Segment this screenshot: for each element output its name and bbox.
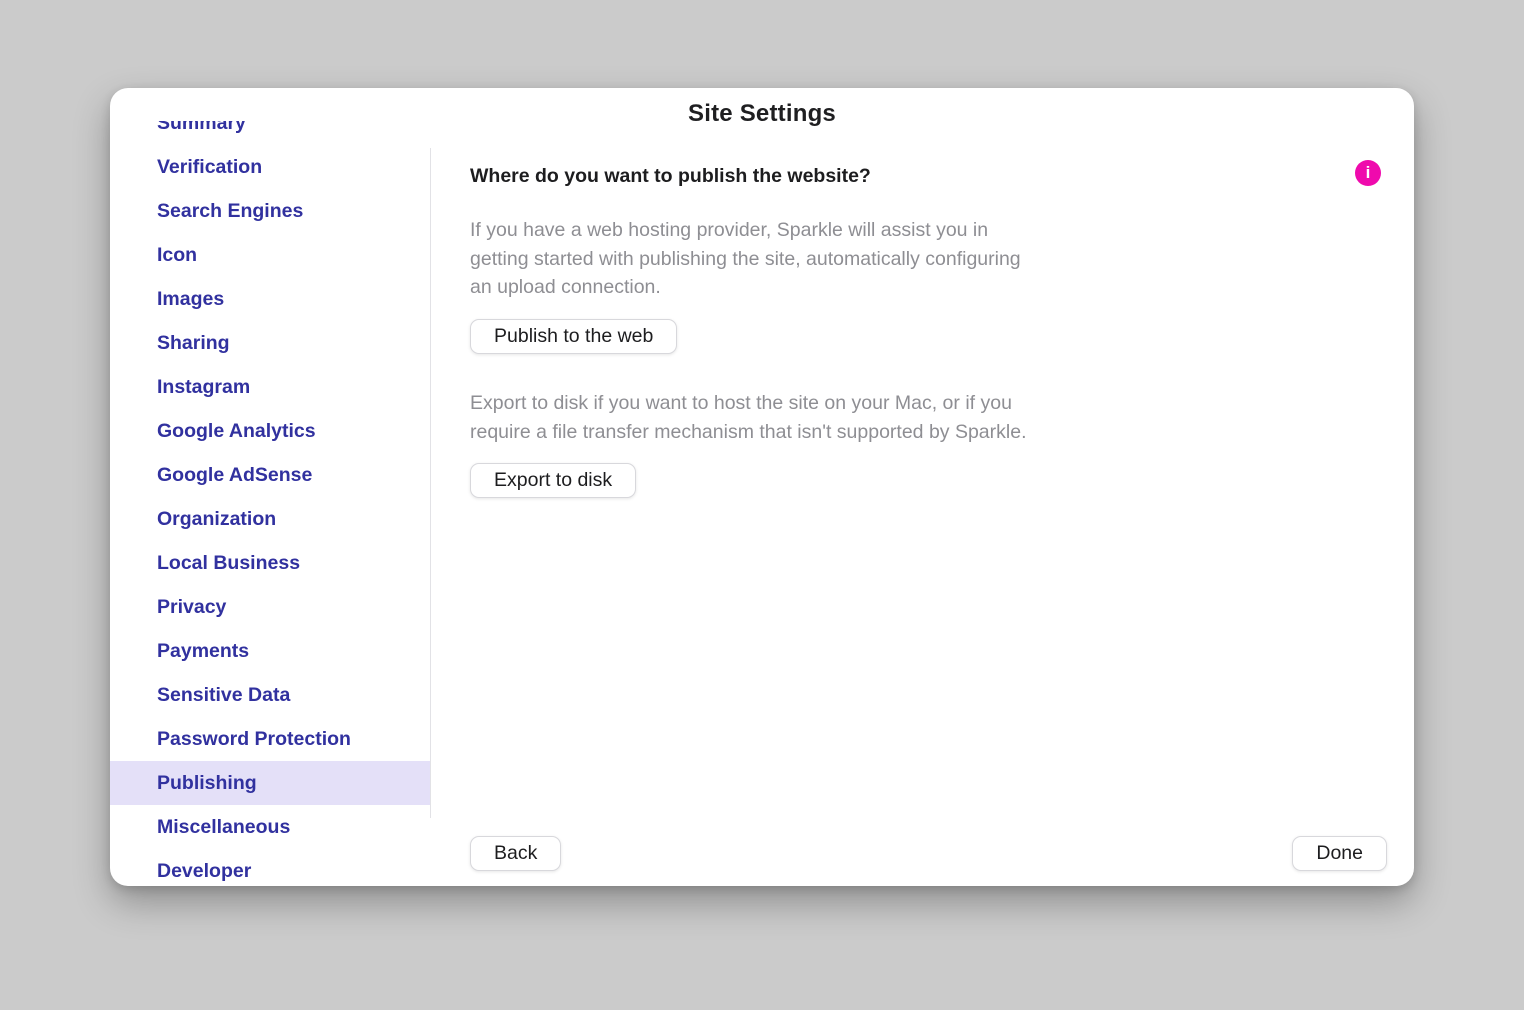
sidebar-item-label: Privacy xyxy=(157,596,226,618)
sidebar-item-sharing[interactable]: Sharing xyxy=(110,321,430,365)
sidebar-item-password-protection[interactable]: Password Protection xyxy=(110,717,430,761)
sidebar-item-label: Sensitive Data xyxy=(157,684,290,706)
sidebar-item-icon[interactable]: Icon xyxy=(110,233,430,277)
sidebar-item-summary[interactable]: Summary xyxy=(110,121,430,145)
sidebar-item-organization[interactable]: Organization xyxy=(110,497,430,541)
back-button[interactable]: Back xyxy=(470,836,561,871)
sidebar-item-privacy[interactable]: Privacy xyxy=(110,585,430,629)
publish-to-web-button[interactable]: Publish to the web xyxy=(470,319,677,354)
export-to-disk-button[interactable]: Export to disk xyxy=(470,463,636,498)
sidebar-item-miscellaneous[interactable]: Miscellaneous xyxy=(110,805,430,849)
sidebar-item-developer[interactable]: Developer xyxy=(110,849,430,886)
sidebar-item-label: Instagram xyxy=(157,376,250,398)
sidebar-item-label: Local Business xyxy=(157,552,300,574)
sidebar-item-publishing[interactable]: Publishing xyxy=(110,761,430,805)
sidebar-item-google-adsense[interactable]: Google AdSense xyxy=(110,453,430,497)
sidebar-item-label: Google AdSense xyxy=(157,464,312,486)
sidebar-item-label: Publishing xyxy=(157,772,257,794)
sidebar-item-images[interactable]: Images xyxy=(110,277,430,321)
done-button[interactable]: Done xyxy=(1292,836,1387,871)
info-icon[interactable]: i xyxy=(1355,160,1381,186)
sidebar-item-label: Password Protection xyxy=(157,728,351,750)
sidebar-list: Summary Verification Search Engines Icon Ima… xyxy=(110,121,430,886)
sidebar-item-verification[interactable]: Verification xyxy=(110,145,430,189)
sidebar-item-label: Payments xyxy=(157,640,249,662)
sidebar-item-search-engines[interactable]: Search Engines xyxy=(110,189,430,233)
settings-sidebar: Summary Verification Search Engines Icon Ima… xyxy=(110,121,430,886)
sidebar-item-instagram[interactable]: Instagram xyxy=(110,365,430,409)
sidebar-item-sensitive-data[interactable]: Sensitive Data xyxy=(110,673,430,717)
sidebar-item-label: Verification xyxy=(157,156,262,178)
sidebar-item-google-analytics[interactable]: Google Analytics xyxy=(110,409,430,453)
sidebar-item-local-business[interactable]: Local Business xyxy=(110,541,430,585)
sidebar-item-payments[interactable]: Payments xyxy=(110,629,430,673)
sidebar-item-label: Summary xyxy=(157,121,246,134)
publish-description: If you have a web hosting provider, Spar… xyxy=(470,216,1021,302)
sidebar-divider xyxy=(430,148,431,818)
sidebar-item-label: Developer xyxy=(157,860,251,882)
sidebar-item-label: Search Engines xyxy=(157,200,303,222)
export-description: Export to disk if you want to host the s… xyxy=(470,389,1027,446)
sidebar-item-label: Icon xyxy=(157,244,197,266)
sidebar-item-label: Organization xyxy=(157,508,276,530)
sidebar-item-label: Google Analytics xyxy=(157,420,316,442)
site-settings-dialog: Site Settings SummaryVerificationSearch … xyxy=(110,88,1414,886)
sidebar-item-label: Miscellaneous xyxy=(157,816,290,838)
sidebar-item-label: Sharing xyxy=(157,332,230,354)
publishing-panel: Where do you want to publish the website… xyxy=(470,88,1414,886)
panel-heading: Where do you want to publish the website… xyxy=(470,165,871,188)
desktop-background: Site Settings SummaryVerificationSearch … xyxy=(0,0,1524,1010)
sidebar-item-label: Images xyxy=(157,288,224,310)
